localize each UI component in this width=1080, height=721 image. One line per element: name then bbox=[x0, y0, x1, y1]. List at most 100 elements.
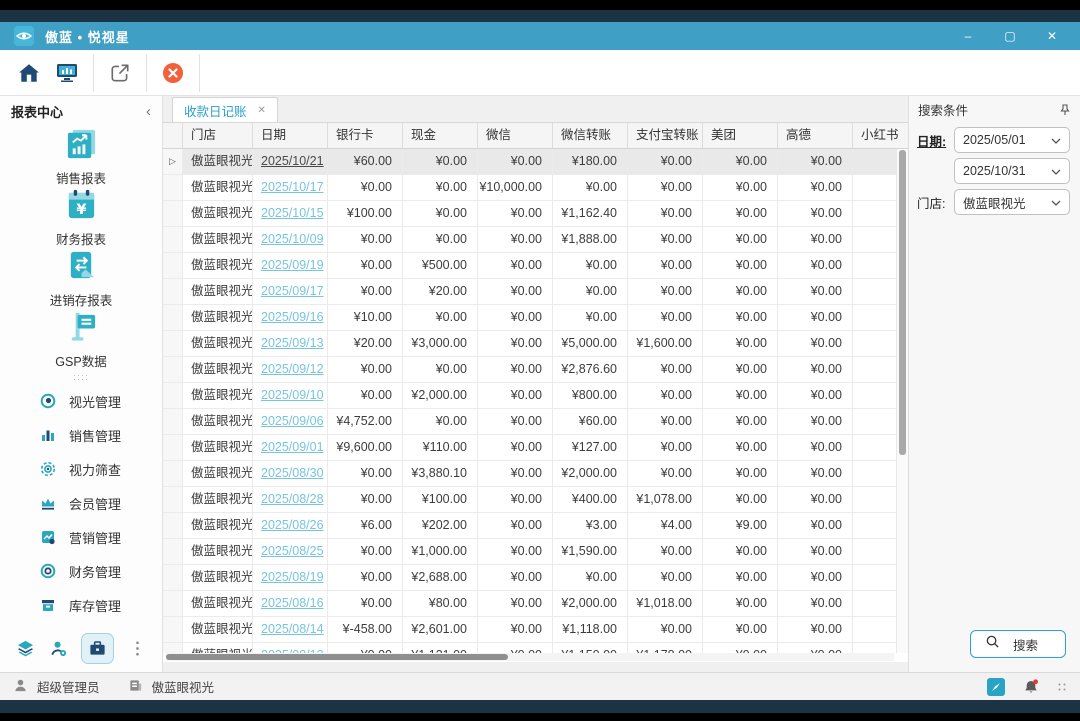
row-expand-arrow-icon[interactable] bbox=[163, 227, 183, 252]
row-expand-arrow-icon[interactable] bbox=[163, 305, 183, 330]
table-row[interactable]: 傲蓝眼视光2025/09/19¥0.00¥500.00¥0.00¥0.00¥0.… bbox=[163, 253, 908, 279]
open-external-icon[interactable] bbox=[106, 59, 134, 87]
row-expand-arrow-icon[interactable]: ▷ bbox=[163, 149, 183, 174]
briefcase-icon[interactable] bbox=[81, 633, 114, 664]
row-expand-arrow-icon[interactable] bbox=[163, 539, 183, 564]
table-row[interactable]: 傲蓝眼视光2025/08/28¥0.00¥100.00¥0.00¥400.00¥… bbox=[163, 487, 908, 513]
table-row[interactable]: 傲蓝眼视光2025/09/06¥4,752.00¥0.00¥0.00¥60.00… bbox=[163, 409, 908, 435]
maximize-button[interactable]: ▢ bbox=[1002, 29, 1018, 43]
table-row[interactable]: 傲蓝眼视光2025/08/16¥0.00¥80.00¥0.00¥2,000.00… bbox=[163, 591, 908, 617]
table-row[interactable]: 傲蓝眼视光2025/08/30¥0.00¥3,880.10¥0.00¥2,000… bbox=[163, 461, 908, 487]
vertical-scrollbar[interactable] bbox=[896, 149, 908, 653]
column-header[interactable]: 美团 bbox=[703, 123, 778, 148]
cell-date-link[interactable]: 2025/09/16 bbox=[253, 305, 328, 330]
home-icon[interactable] bbox=[15, 59, 43, 87]
column-header[interactable]: 门店 bbox=[183, 123, 253, 148]
table-row[interactable]: 傲蓝眼视光2025/08/13¥0.00¥1,121.00¥0.00¥1,150… bbox=[163, 643, 908, 653]
customer-location-icon[interactable] bbox=[48, 639, 68, 659]
browser-compass-icon[interactable] bbox=[987, 678, 1005, 696]
column-header[interactable]: 高德 bbox=[778, 123, 853, 148]
row-expand-arrow-icon[interactable] bbox=[163, 331, 183, 356]
sidebar-report-item[interactable]: ¥财务报表 bbox=[0, 187, 162, 248]
sidebar-menu-item[interactable]: 销售管理 bbox=[0, 418, 162, 452]
row-expand-arrow-icon[interactable] bbox=[163, 409, 183, 434]
layers-icon[interactable] bbox=[15, 639, 35, 659]
horizontal-scrollbar[interactable] bbox=[166, 653, 894, 661]
sidebar-menu-item[interactable]: 营销管理 bbox=[0, 520, 162, 554]
cell-date-link[interactable]: 2025/10/21 bbox=[253, 149, 328, 174]
sidebar-report-item[interactable]: GSP数据 bbox=[0, 309, 162, 370]
column-header[interactable]: 银行卡 bbox=[328, 123, 403, 148]
row-expand-arrow-icon[interactable] bbox=[163, 383, 183, 408]
cell-date-link[interactable]: 2025/08/25 bbox=[253, 539, 328, 564]
row-expand-arrow-icon[interactable] bbox=[163, 201, 183, 226]
date-to-select[interactable]: 2025/10/31 bbox=[954, 158, 1070, 184]
sidebar-report-item[interactable]: 进销存报表 bbox=[0, 248, 162, 309]
cell-date-link[interactable]: 2025/08/30 bbox=[253, 461, 328, 486]
cell-date-link[interactable]: 2025/09/13 bbox=[253, 331, 328, 356]
row-expand-arrow-icon[interactable] bbox=[163, 461, 183, 486]
cell-date-link[interactable]: 2025/10/09 bbox=[253, 227, 328, 252]
cell-date-link[interactable]: 2025/09/06 bbox=[253, 409, 328, 434]
tab-receipt-journal[interactable]: 收款日记账 ✕ bbox=[172, 97, 278, 122]
cell-date-link[interactable]: 2025/10/15 bbox=[253, 201, 328, 226]
table-row[interactable]: 傲蓝眼视光2025/10/15¥100.00¥0.00¥0.00¥1,162.4… bbox=[163, 201, 908, 227]
table-row[interactable]: 傲蓝眼视光2025/08/19¥0.00¥2,688.00¥0.00¥0.00¥… bbox=[163, 565, 908, 591]
cell-date-link[interactable]: 2025/08/14 bbox=[253, 617, 328, 642]
cell-date-link[interactable]: 2025/09/10 bbox=[253, 383, 328, 408]
table-row[interactable]: 傲蓝眼视光2025/09/13¥20.00¥3,000.00¥0.00¥5,00… bbox=[163, 331, 908, 357]
column-header[interactable]: 日期 bbox=[253, 123, 328, 148]
table-row[interactable]: 傲蓝眼视光2025/09/17¥0.00¥20.00¥0.00¥0.00¥0.0… bbox=[163, 279, 908, 305]
cell-date-link[interactable]: 2025/08/26 bbox=[253, 513, 328, 538]
column-header[interactable]: 微信 bbox=[478, 123, 553, 148]
table-row[interactable]: 傲蓝眼视光2025/08/25¥0.00¥1,000.00¥0.00¥1,590… bbox=[163, 539, 908, 565]
notification-bell-icon[interactable] bbox=[1022, 678, 1040, 696]
row-expand-arrow-icon[interactable] bbox=[163, 279, 183, 304]
sidebar-menu-item[interactable]: 会员管理 bbox=[0, 486, 162, 520]
sidebar-menu-item[interactable]: 库存管理 bbox=[0, 588, 162, 622]
table-row[interactable]: 傲蓝眼视光2025/08/26¥6.00¥202.00¥0.00¥3.00¥4.… bbox=[163, 513, 908, 539]
table-row[interactable]: 傲蓝眼视光2025/09/12¥0.00¥0.00¥0.00¥2,876.60¥… bbox=[163, 357, 908, 383]
table-row[interactable]: 傲蓝眼视光2025/10/17¥0.00¥0.00¥10,000.00¥0.00… bbox=[163, 175, 908, 201]
table-row[interactable]: 傲蓝眼视光2025/08/14¥-458.00¥2,601.00¥0.00¥1,… bbox=[163, 617, 908, 643]
sidebar-menu-item[interactable]: 财务管理 bbox=[0, 554, 162, 588]
table-row[interactable]: 傲蓝眼视光2025/09/01¥9,600.00¥110.00¥0.00¥127… bbox=[163, 435, 908, 461]
search-button[interactable]: 搜索 bbox=[970, 630, 1066, 658]
table-row[interactable]: 傲蓝眼视光2025/09/16¥10.00¥0.00¥0.00¥0.00¥0.0… bbox=[163, 305, 908, 331]
minimize-button[interactable]: – bbox=[960, 29, 976, 43]
cell-date-link[interactable]: 2025/08/13 bbox=[253, 643, 328, 653]
row-expand-arrow-icon[interactable] bbox=[163, 435, 183, 460]
row-expand-arrow-icon[interactable] bbox=[163, 617, 183, 642]
table-row[interactable]: ▷傲蓝眼视光2025/10/21¥60.00¥0.00¥0.00¥180.00¥… bbox=[163, 149, 908, 175]
store-select[interactable]: 傲蓝眼视光 bbox=[954, 189, 1070, 215]
date-from-select[interactable]: 2025/05/01 bbox=[954, 127, 1070, 153]
row-expand-arrow-icon[interactable] bbox=[163, 565, 183, 590]
cell-date-link[interactable]: 2025/10/17 bbox=[253, 175, 328, 200]
cell-date-link[interactable]: 2025/09/19 bbox=[253, 253, 328, 278]
row-expand-arrow-icon[interactable] bbox=[163, 253, 183, 278]
vertical-scrollbar-thumb[interactable] bbox=[899, 150, 906, 455]
row-expand-arrow-icon[interactable] bbox=[163, 175, 183, 200]
row-expand-arrow-icon[interactable] bbox=[163, 487, 183, 512]
table-row[interactable]: 傲蓝眼视光2025/09/10¥0.00¥2,000.00¥0.00¥800.0… bbox=[163, 383, 908, 409]
column-header[interactable]: 小红书 bbox=[853, 123, 908, 148]
column-header[interactable]: 现金 bbox=[403, 123, 478, 148]
table-row[interactable]: 傲蓝眼视光2025/10/09¥0.00¥0.00¥0.00¥1,888.00¥… bbox=[163, 227, 908, 253]
sidebar-report-item[interactable]: 销售报表 bbox=[0, 126, 162, 187]
column-header[interactable]: 支付宝转账 bbox=[628, 123, 703, 148]
reports-monitor-icon[interactable] bbox=[53, 59, 81, 87]
sidebar-menu-item[interactable]: 视力筛查 bbox=[0, 452, 162, 486]
horizontal-scrollbar-thumb[interactable] bbox=[166, 654, 508, 660]
tab-close-icon[interactable]: ✕ bbox=[258, 105, 266, 116]
cell-date-link[interactable]: 2025/09/12 bbox=[253, 357, 328, 382]
pin-icon[interactable] bbox=[1059, 104, 1071, 116]
collapse-sidebar-icon[interactable]: ‹ bbox=[146, 103, 151, 120]
row-expand-arrow-icon[interactable] bbox=[163, 513, 183, 538]
cell-date-link[interactable]: 2025/09/01 bbox=[253, 435, 328, 460]
cell-date-link[interactable]: 2025/08/19 bbox=[253, 565, 328, 590]
more-icon[interactable] bbox=[127, 639, 147, 659]
row-expand-arrow-icon[interactable] bbox=[163, 357, 183, 382]
cell-date-link[interactable]: 2025/08/16 bbox=[253, 591, 328, 616]
close-button[interactable]: ✕ bbox=[1044, 29, 1060, 43]
cell-date-link[interactable]: 2025/09/17 bbox=[253, 279, 328, 304]
